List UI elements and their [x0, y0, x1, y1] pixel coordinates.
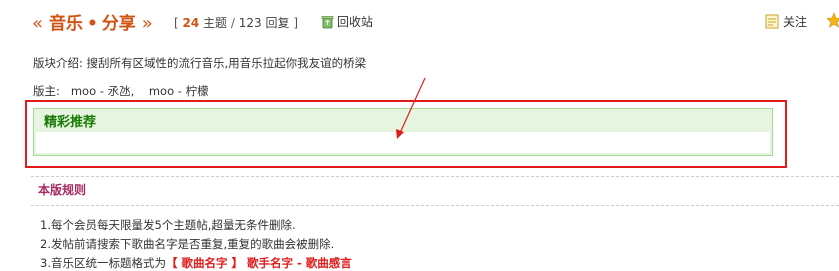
follow-icon: [765, 14, 779, 29]
rule-line-3-prefix: 3.音乐区统一标题格式为: [40, 256, 166, 270]
rule-line-3: 3.音乐区统一标题格式为【 歌曲名字 】 歌手名字 - 歌曲感言: [40, 255, 352, 271]
replies-count: 123: [238, 16, 262, 30]
rule-line-3-format: 【 歌曲名字 】 歌手名字 - 歌曲感言: [165, 256, 352, 270]
recycle-bin-label[interactable]: 回收站: [337, 13, 373, 30]
divider-top: [31, 176, 839, 177]
stats-bracket-close: ]: [293, 16, 299, 30]
title-dot: •: [86, 14, 98, 34]
divider-mid: [31, 205, 839, 206]
moderators-line: 版主: moo - 氶氹, moo - 柠檬: [33, 83, 209, 99]
follow-label[interactable]: 关注: [783, 13, 807, 30]
rule-line-2: 2.发帖前请搜索下歌曲名字是否重复,重复的歌曲会被删除.: [40, 237, 335, 251]
topics-label: 主题: [203, 16, 228, 30]
moderators-label: 版主:: [33, 84, 60, 98]
follow-button[interactable]: 关注: [765, 13, 807, 30]
replies-label: 回复: [265, 16, 290, 30]
recycle-bin-link[interactable]: 回收站: [321, 13, 373, 30]
forum-name-part1[interactable]: 音乐: [49, 14, 83, 34]
forum-intro: 版块介绍: 搜刮所有区域性的流行音乐,用音乐拉起你我友谊的桥梁: [33, 56, 367, 70]
forum-stats: [ 24 主题 / 123 回复 ]: [174, 14, 298, 31]
moderator-2[interactable]: moo - 柠檬: [149, 84, 209, 98]
recycle-bin-icon: [321, 15, 334, 28]
star-icon[interactable]: [827, 12, 839, 28]
annotation-arrow: [396, 77, 426, 139]
topics-count: 24: [182, 16, 200, 30]
forum-title: « 音乐 • 分享 »: [32, 9, 153, 34]
quote-right: »: [141, 13, 153, 34]
quote-left: «: [32, 13, 44, 34]
stats-bracket-open: [: [174, 16, 179, 30]
rules-title: 本版规则: [38, 183, 87, 197]
moderator-1[interactable]: moo - 氶氹,: [71, 84, 134, 98]
stats-sep: /: [230, 16, 235, 30]
rule-line-1: 1.每个会员每天限量发5个主题帖,超量无条件删除.: [40, 218, 296, 232]
forum-name-part2[interactable]: 分享: [102, 14, 136, 34]
